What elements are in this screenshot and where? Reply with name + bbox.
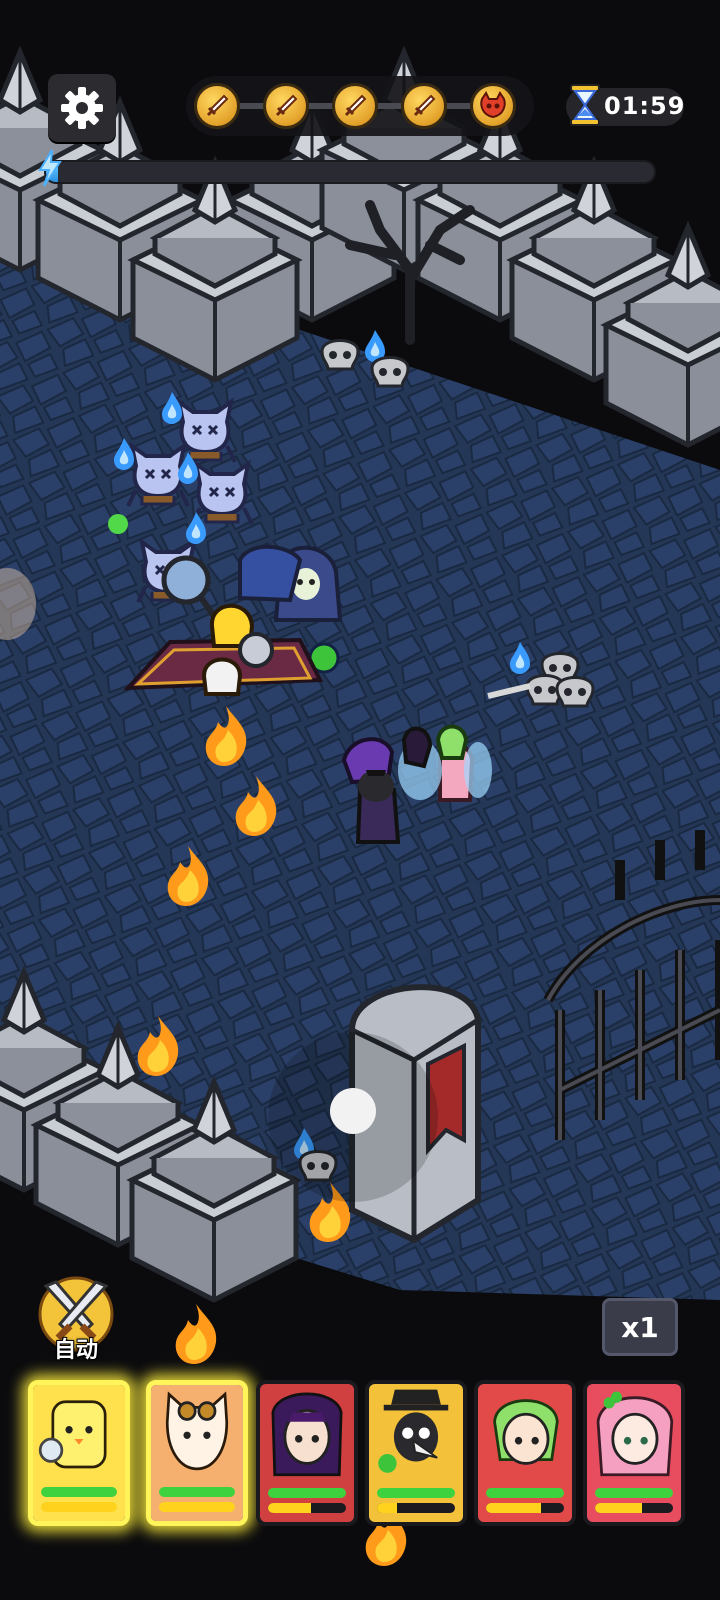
wave-node-2	[263, 83, 309, 129]
hero-card-row	[0, 1376, 720, 1536]
hero-energy-bar	[377, 1503, 455, 1513]
gear-icon	[61, 87, 103, 129]
hero-energy-bar	[486, 1503, 564, 1513]
hero-energy-bar	[595, 1503, 673, 1513]
wave-node-boss	[470, 83, 516, 129]
auto-battle-button[interactable]: 自动	[30, 1274, 122, 1364]
sword-icon	[206, 94, 229, 117]
hero-hp-fill	[41, 1487, 117, 1497]
hero-hp-bar	[268, 1488, 346, 1498]
hero-hp-fill	[159, 1487, 235, 1497]
hero-card-clover-fairy[interactable]	[583, 1380, 685, 1526]
hero-energy-bar	[41, 1502, 117, 1512]
hero-energy-bar	[159, 1502, 235, 1512]
hero-portrait-plague-doctor	[369, 1384, 463, 1522]
hero-energy-fill	[486, 1503, 541, 1513]
hero-card-chick-detective[interactable]	[28, 1380, 130, 1526]
hero-energy-fill	[159, 1502, 235, 1512]
hero-energy-bar	[268, 1503, 346, 1513]
hero-hp-bar	[41, 1487, 117, 1497]
stage-progress-bar	[44, 160, 656, 184]
wave-progress	[186, 76, 534, 136]
boss-skull-icon	[480, 91, 506, 119]
hero-card-dark-sorceress[interactable]	[256, 1380, 358, 1526]
hero-energy-fill	[41, 1502, 117, 1512]
hero-portrait-chick-detective	[33, 1385, 125, 1521]
hero-hp-bar	[377, 1488, 455, 1498]
sword-icon	[344, 94, 367, 117]
battle-timer: 01:59	[566, 84, 686, 126]
game-screen: 01:59 自动 x1	[0, 0, 720, 1600]
hero-hp-fill	[486, 1488, 564, 1498]
hero-hp-bar	[486, 1488, 564, 1498]
sword-icon	[275, 94, 298, 117]
hero-portrait-goggles-cat	[151, 1385, 243, 1521]
hero-portrait-clover-fairy	[587, 1384, 681, 1522]
hero-card-goggles-cat[interactable]	[146, 1380, 248, 1526]
wave-node-3	[332, 83, 378, 129]
lightning-spark-icon	[38, 149, 62, 187]
auto-battle-label: 自动	[53, 1338, 98, 1363]
hero-card-green-elf[interactable]	[474, 1380, 576, 1526]
hero-energy-fill	[595, 1503, 642, 1513]
hero-portrait-green-elf	[478, 1384, 572, 1522]
hourglass-icon	[570, 84, 600, 126]
hero-hp-fill	[268, 1488, 346, 1498]
hero-hp-bar	[595, 1488, 673, 1498]
wave-node-1	[194, 83, 240, 129]
joystick-knob[interactable]	[330, 1088, 376, 1134]
hero-card-plague-doctor[interactable]	[365, 1380, 467, 1526]
hero-hp-fill	[595, 1488, 673, 1498]
hero-energy-fill	[268, 1503, 311, 1513]
timer-text: 01:59	[604, 92, 686, 120]
hero-energy-fill	[377, 1503, 397, 1513]
sword-icon	[413, 94, 436, 117]
hero-portrait-dark-sorceress	[260, 1384, 354, 1522]
settings-button[interactable]	[48, 74, 116, 142]
hero-hp-bar	[159, 1487, 235, 1497]
hero-hp-fill	[377, 1488, 455, 1498]
wave-node-4	[401, 83, 447, 129]
speed-button[interactable]: x1	[602, 1298, 678, 1356]
